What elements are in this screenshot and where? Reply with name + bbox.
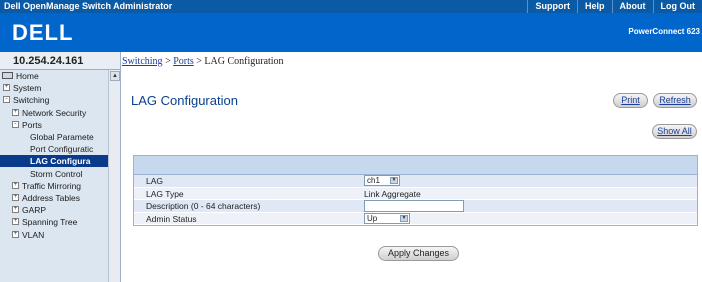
lag-type-label: LAG Type [146, 188, 184, 199]
chevron-down-icon: ▼ [400, 214, 408, 222]
breadcrumb-separator: > [165, 56, 171, 67]
show-all-button[interactable]: Show All [652, 124, 697, 139]
print-button[interactable]: Print [613, 93, 648, 108]
top-links: Support Help About Log Out [527, 0, 702, 13]
lag-label: LAG [146, 176, 164, 186]
sidebar-item-system[interactable]: + System [0, 82, 108, 94]
sidebar-item-label: Global Paramete [30, 132, 94, 142]
home-icon [2, 72, 13, 79]
sidebar-item-label: VLAN [22, 229, 45, 240]
sidebar-item-label: Traffic Mirroring [22, 180, 82, 191]
sidebar-item-label: LAG Configura [30, 156, 91, 167]
support-link[interactable]: Support [527, 0, 577, 13]
sidebar-item-home[interactable]: Home [0, 70, 108, 82]
form-row-admin-status: Admin Status Up ▼ [134, 212, 697, 225]
collapse-icon[interactable]: - [12, 120, 19, 128]
sidebar-item-label: System [13, 83, 42, 94]
admin-status-select[interactable]: Up ▼ [364, 212, 410, 224]
form-row-description: Description (0 - 64 characters) [134, 200, 697, 213]
sidebar-item-traffic-mirroring[interactable]: + Traffic Mirroring [0, 180, 108, 192]
page-title: LAG Configuration [131, 93, 238, 108]
help-link[interactable]: Help [576, 0, 612, 13]
form-row-lag: LAG ch1 ▼ [134, 175, 697, 188]
expand-icon[interactable]: + [12, 206, 19, 214]
chevron-down-icon: ▼ [390, 177, 398, 184]
app-title: Dell OpenManage Switch Administrator [4, 1, 173, 11]
scroll-up-arrow-icon[interactable]: ▲ [110, 71, 120, 81]
lag-config-form: LAG ch1 ▼ LAG Type Link Aggregate Descri… [133, 175, 698, 226]
sidebar-item-label: Port Configuratic [30, 144, 94, 155]
lag-type-value: Link Aggregate [364, 188, 421, 199]
top-bar: Dell OpenManage Switch Administrator Sup… [0, 0, 702, 13]
header-band: DELL PowerConnect 623 [0, 13, 702, 52]
sidebar-item-ports[interactable]: - Ports [0, 119, 108, 131]
breadcrumb-current: LAG Configuration [204, 56, 284, 67]
breadcrumb-ports[interactable]: Ports [173, 56, 194, 67]
refresh-button[interactable]: Refresh [653, 93, 697, 108]
sidebar-item-global-parameters[interactable]: Global Paramete [0, 131, 108, 143]
breadcrumb-switching[interactable]: Switching [122, 56, 163, 67]
ip-address: 10.254.24.161 [13, 55, 84, 67]
sidebar-item-spanning-tree[interactable]: + Spanning Tree [0, 216, 108, 228]
lag-select-value: ch1 [367, 176, 380, 185]
breadcrumb: Switching > Ports > LAG Configuration [122, 52, 702, 70]
sidebar-item-port-configuration[interactable]: Port Configuratic [0, 143, 108, 155]
form-row-lag-type: LAG Type Link Aggregate [134, 187, 697, 200]
about-link[interactable]: About [611, 0, 653, 13]
sidebar: Home + System - Switching + Network Secu… [0, 70, 121, 282]
expand-icon[interactable]: + [12, 218, 19, 226]
apply-changes-button[interactable]: Apply Changes [378, 246, 459, 261]
sidebar-item-storm-control[interactable]: Storm Control [0, 168, 108, 180]
form-header [133, 155, 698, 175]
expand-icon[interactable]: + [12, 194, 19, 201]
expand-icon[interactable]: + [12, 181, 19, 189]
admin-status-select-value: Up [367, 213, 378, 223]
lag-select[interactable]: ch1 ▼ [364, 175, 400, 186]
admin-status-label: Admin Status [146, 213, 197, 224]
ip-bar: 10.254.24.161 [0, 52, 121, 70]
expand-icon[interactable]: + [3, 84, 10, 92]
sidebar-item-label: GARP [22, 205, 47, 216]
logout-link[interactable]: Log Out [652, 0, 702, 13]
sidebar-item-vlan[interactable]: + VLAN [0, 229, 108, 241]
sidebar-item-label: Storm Control [30, 168, 83, 179]
sidebar-item-garp[interactable]: + GARP [0, 204, 108, 216]
sidebar-item-label: Network Security [22, 107, 87, 118]
description-input[interactable] [364, 200, 464, 212]
breadcrumb-separator: > [196, 56, 202, 67]
svg-text:DELL: DELL [12, 20, 73, 45]
sidebar-item-address-tables[interactable]: + Address Tables [0, 192, 108, 204]
expand-icon[interactable]: + [12, 230, 19, 238]
product-name: PowerConnect 623 [628, 27, 700, 36]
dell-logo: DELL [12, 20, 73, 45]
sidebar-item-network-security[interactable]: + Network Security [0, 107, 108, 119]
sidebar-item-label: Address Tables [22, 193, 80, 203]
sidebar-item-label: Spanning Tree [22, 217, 78, 228]
sidebar-scrollbar[interactable]: ▲ [108, 70, 120, 282]
expand-icon[interactable]: + [12, 108, 19, 116]
sidebar-item-label: Ports [22, 119, 42, 130]
sidebar-item-label: Home [16, 71, 39, 81]
description-label: Description (0 - 64 characters) [146, 201, 261, 211]
sidebar-item-label: Switching [13, 95, 50, 106]
sidebar-item-lag-configuration[interactable]: LAG Configura [0, 155, 108, 168]
sidebar-item-switching[interactable]: - Switching [0, 94, 108, 106]
collapse-icon[interactable]: - [3, 96, 10, 104]
